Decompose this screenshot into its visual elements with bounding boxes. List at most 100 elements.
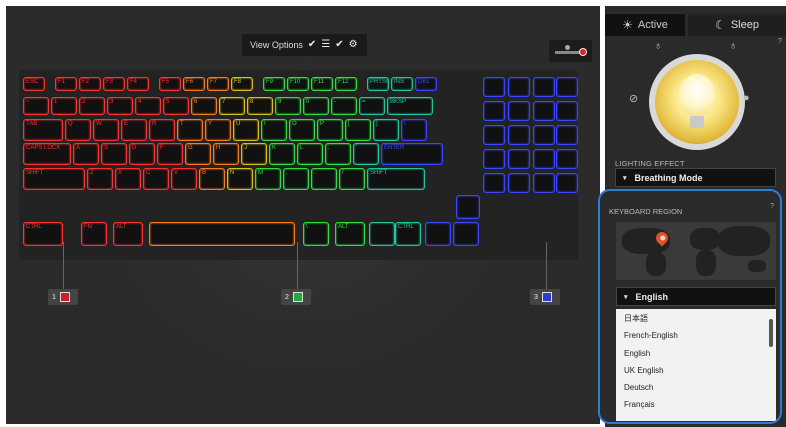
tab-key[interactable]: TAB xyxy=(23,119,63,141)
zone-color-swatch[interactable] xyxy=(541,292,552,302)
letter-key[interactable]: O xyxy=(289,119,315,141)
left-shift-key[interactable]: SHIFT xyxy=(23,168,85,190)
bulb-bright-icon[interactable]: ♁ xyxy=(729,40,737,52)
letter-key[interactable]: ' xyxy=(353,143,379,165)
tab-active[interactable]: ☀ Active xyxy=(605,14,685,36)
letter-key[interactable]: K xyxy=(269,143,295,165)
numpad-key[interactable] xyxy=(483,77,505,97)
power-toggle-switch[interactable] xyxy=(549,40,592,62)
gear-icon[interactable]: ⚙ xyxy=(349,40,358,50)
language-option[interactable]: French-English xyxy=(624,329,678,343)
numpad-key[interactable] xyxy=(508,101,530,121)
arrow-key[interactable] xyxy=(453,222,479,246)
right-alt-key[interactable]: ALT xyxy=(335,222,365,246)
letter-key[interactable]: D xyxy=(129,143,155,165)
zone-color-swatch[interactable] xyxy=(292,292,303,302)
letter-key[interactable]: J xyxy=(241,143,267,165)
letter-key[interactable]: N xyxy=(227,168,253,190)
language-options-list[interactable]: 日本語 French-English English UK English De… xyxy=(616,309,776,421)
number-key[interactable]: 5 xyxy=(163,97,189,115)
letter-key[interactable]: U xyxy=(233,119,259,141)
numpad-key[interactable] xyxy=(483,101,505,121)
letter-key[interactable]: E xyxy=(121,119,147,141)
windows-key[interactable] xyxy=(369,222,395,246)
letter-key[interactable]: Q xyxy=(65,119,91,141)
number-key[interactable]: - xyxy=(331,97,357,115)
letter-key[interactable]: ] xyxy=(373,119,399,141)
numpad-key[interactable] xyxy=(533,125,555,145)
bulb-off-icon[interactable]: ⊘ xyxy=(629,92,638,105)
numpad-key[interactable] xyxy=(508,173,530,193)
letter-key[interactable]: ; xyxy=(325,143,351,165)
space-key[interactable] xyxy=(149,222,295,246)
language-option[interactable]: 日本語 xyxy=(624,312,648,326)
letter-key[interactable]: X xyxy=(115,168,141,190)
right-shift-key[interactable]: SHIFT xyxy=(367,168,425,190)
function-key[interactable]: ESC xyxy=(23,77,45,91)
function-key[interactable]: F11 xyxy=(311,77,333,91)
brightness-dial[interactable] xyxy=(649,54,745,150)
numpad-key[interactable] xyxy=(508,125,530,145)
letter-key[interactable]: L xyxy=(297,143,323,165)
function-key[interactable]: F12 xyxy=(335,77,357,91)
language-option[interactable]: Français xyxy=(624,398,655,412)
numpad-key[interactable] xyxy=(556,173,578,193)
letter-key[interactable]: C xyxy=(143,168,169,190)
function-key[interactable]: F2 xyxy=(79,77,101,91)
bulb-dim-icon[interactable]: ♁ xyxy=(654,40,662,52)
letter-key[interactable]: \ xyxy=(401,119,427,141)
zone-2-selector[interactable]: 2 xyxy=(281,289,311,305)
arrow-key[interactable] xyxy=(425,222,451,246)
help-icon[interactable]: ? xyxy=(770,203,774,210)
letter-key[interactable]: I xyxy=(261,119,287,141)
numpad-key[interactable] xyxy=(533,149,555,169)
function-key[interactable]: PRTSC xyxy=(367,77,389,91)
letter-key[interactable]: F xyxy=(157,143,183,165)
language-dropdown[interactable]: ▾ English xyxy=(616,287,776,306)
zone-3-selector[interactable]: 3 xyxy=(530,289,560,305)
letter-key[interactable]: [ xyxy=(345,119,371,141)
keyboard-layout[interactable]: ESC F1 F2 F3 F4 F5 F6 F7 F8 F9 F10 F11 F12 PRTSC INS DE… xyxy=(19,70,578,260)
letter-key[interactable]: . xyxy=(311,168,337,190)
numpad-key[interactable] xyxy=(533,77,555,97)
function-key[interactable]: F7 xyxy=(207,77,229,91)
fn-key[interactable]: FN xyxy=(81,222,107,246)
arrow-key[interactable] xyxy=(456,195,480,219)
left-alt-key[interactable]: ALT xyxy=(113,222,143,246)
backslash-key[interactable]: \ xyxy=(303,222,329,246)
help-icon[interactable]: ? xyxy=(778,38,782,45)
language-option[interactable]: English xyxy=(624,347,650,361)
letter-key[interactable]: B xyxy=(199,168,225,190)
function-key[interactable]: INS xyxy=(391,77,413,91)
letter-key[interactable]: Z xyxy=(87,168,113,190)
number-key[interactable]: 1 xyxy=(51,97,77,115)
letter-key[interactable]: V xyxy=(171,168,197,190)
numpad-key[interactable] xyxy=(533,101,555,121)
numpad-key[interactable] xyxy=(556,101,578,121)
letter-key[interactable]: / xyxy=(339,168,365,190)
number-key[interactable]: 6 xyxy=(191,97,217,115)
number-key[interactable]: 7 xyxy=(219,97,245,115)
number-key[interactable]: 3 xyxy=(107,97,133,115)
function-key[interactable]: DEL xyxy=(415,77,437,91)
letter-key[interactable]: P xyxy=(317,119,343,141)
function-key[interactable]: F4 xyxy=(127,77,149,91)
letter-key[interactable]: H xyxy=(213,143,239,165)
language-option[interactable]: UK English xyxy=(624,364,664,378)
number-key[interactable]: 4 xyxy=(135,97,161,115)
numpad-key[interactable] xyxy=(483,125,505,145)
left-ctrl-key[interactable]: CTRL xyxy=(23,222,63,246)
number-key[interactable]: 8 xyxy=(247,97,273,115)
numpad-key[interactable] xyxy=(533,173,555,193)
letter-key[interactable]: G xyxy=(185,143,211,165)
zone-color-swatch[interactable] xyxy=(59,292,70,302)
number-key[interactable]: 2 xyxy=(79,97,105,115)
scrollbar[interactable] xyxy=(769,319,773,347)
function-key[interactable]: F9 xyxy=(263,77,285,91)
letter-key[interactable]: S xyxy=(101,143,127,165)
language-option[interactable]: Deutsch xyxy=(624,381,653,395)
letter-key[interactable]: A xyxy=(73,143,99,165)
number-key[interactable]: = xyxy=(359,97,385,115)
number-key[interactable]: ~ xyxy=(23,97,49,115)
letter-key[interactable]: R xyxy=(149,119,175,141)
